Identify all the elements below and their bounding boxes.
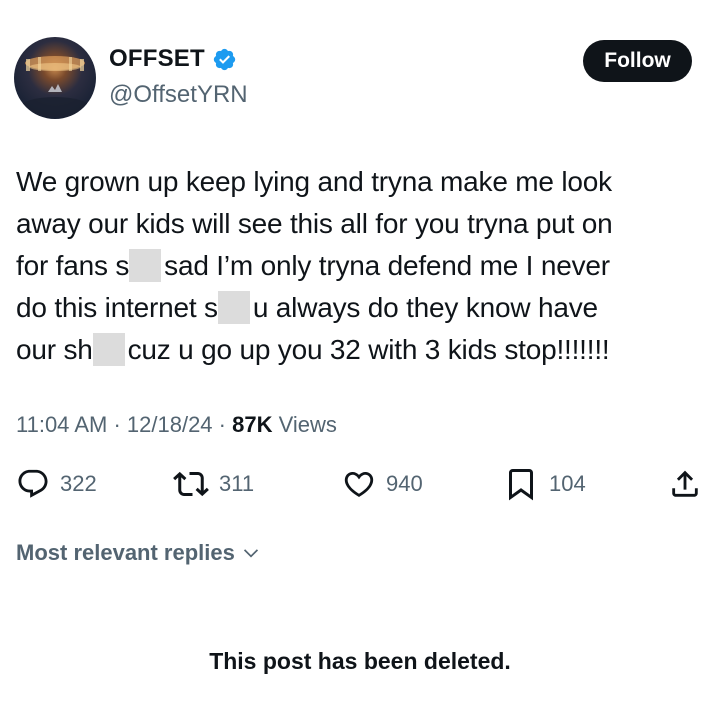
replies-filter-label: Most relevant replies <box>16 540 235 565</box>
tweet-text: We grown up keep lying and tryna make me… <box>16 161 706 371</box>
tweet-time[interactable]: 11:04 AM <box>16 412 107 437</box>
tweet-line: our sh cuz u go up you 32 with 3 kids sto… <box>16 329 706 371</box>
tweet-line: do this internet s u always do they know … <box>16 287 706 329</box>
repost-icon <box>173 471 209 497</box>
reply-count: 322 <box>60 471 97 496</box>
user-handle[interactable]: @OffsetYRN <box>109 80 248 110</box>
follow-button[interactable]: Follow <box>583 40 692 82</box>
tweet-meta: 11:04 AM · 12/18/24 · 87K Views <box>16 409 337 441</box>
deleted-post-notice: This post has been deleted. <box>209 648 511 674</box>
tweet-line-segment: for fans s <box>16 250 130 281</box>
replies-filter-dropdown[interactable]: Most relevant replies <box>16 538 261 568</box>
redaction-box <box>129 249 162 282</box>
display-name[interactable]: OFFSET <box>109 44 205 74</box>
tweet-line: away our kids will see this all for you … <box>16 208 613 239</box>
views-count: 87K <box>232 412 273 437</box>
repost-count: 311 <box>219 471 255 496</box>
reply-button[interactable]: 322 <box>16 462 97 506</box>
tweet-line-segment: u always do they know have <box>252 292 598 323</box>
reply-icon <box>18 469 48 498</box>
like-button[interactable]: 940 <box>342 462 423 506</box>
like-count: 940 <box>386 471 423 496</box>
bookmark-count: 104 <box>549 471 586 496</box>
tweet-line-segment: do this internet s <box>16 292 218 323</box>
bookmark-button[interactable]: 104 <box>503 462 586 506</box>
tweet-line: for fans s sad I’m only tryna defend me I… <box>16 245 706 287</box>
avatar-image <box>21 56 89 117</box>
redaction-box <box>217 291 250 324</box>
redaction-box <box>92 333 125 366</box>
repost-button[interactable]: 311 <box>173 462 254 506</box>
tweet-line-segment: our sh <box>16 334 93 365</box>
tweet-line-segment: cuz u go up you 32 with 3 kids stop!!!!!… <box>127 334 610 365</box>
meta-separator: · <box>113 412 121 437</box>
chevron-down-icon <box>243 549 258 558</box>
meta-separator: · <box>218 412 226 437</box>
share-icon <box>672 470 698 497</box>
bookmark-icon <box>509 469 533 501</box>
avatar[interactable] <box>14 37 96 119</box>
views-label: Views <box>278 412 337 437</box>
share-button[interactable] <box>668 462 702 506</box>
tweet-line-segment: sad I’m only tryna defend me I never <box>164 250 610 281</box>
action-bar: 322 311 940 104 <box>16 462 706 506</box>
verified-badge-icon[interactable] <box>212 47 237 72</box>
tweet-line: We grown up keep lying and tryna make me… <box>16 166 612 197</box>
heart-icon <box>344 471 374 497</box>
tweet-date[interactable]: 12/18/24 <box>127 412 213 437</box>
